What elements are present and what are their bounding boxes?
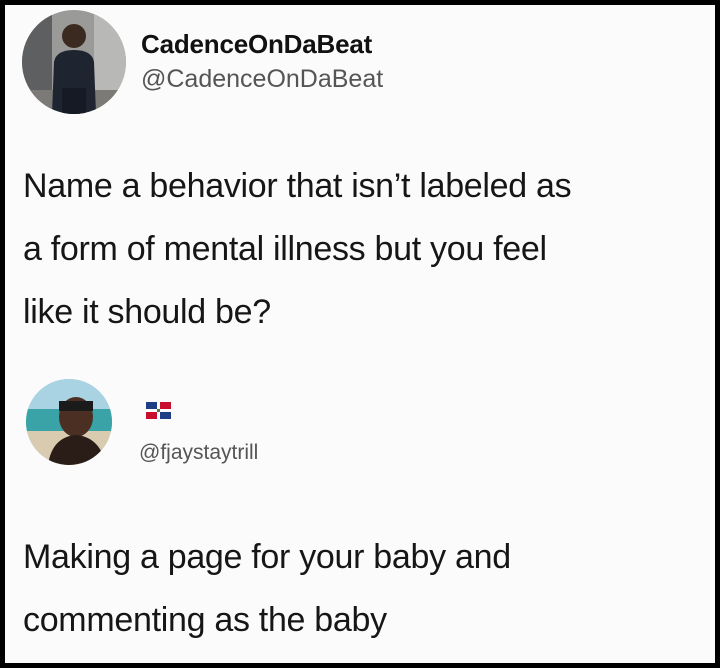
user-handle[interactable]: @CadenceOnDaBeat	[141, 65, 383, 94]
tweet-text: Name a behavior that isn’t labeled as a …	[23, 167, 572, 331]
tweet-avatar[interactable]	[22, 10, 126, 114]
profile-photo-icon	[22, 10, 126, 114]
display-name[interactable]: CadenceOnDaBeat	[141, 29, 372, 60]
profile-photo-icon	[26, 379, 112, 465]
screenshot-frame: CadenceOnDaBeat @CadenceOnDaBeat Name a …	[5, 5, 715, 663]
reply-text: Making a page for your baby and commenti…	[23, 538, 511, 639]
reply-avatar[interactable]	[26, 379, 112, 465]
dominican-republic-flag-icon	[146, 402, 171, 419]
reply-handle[interactable]: @fjaystaytrill	[139, 441, 258, 465]
